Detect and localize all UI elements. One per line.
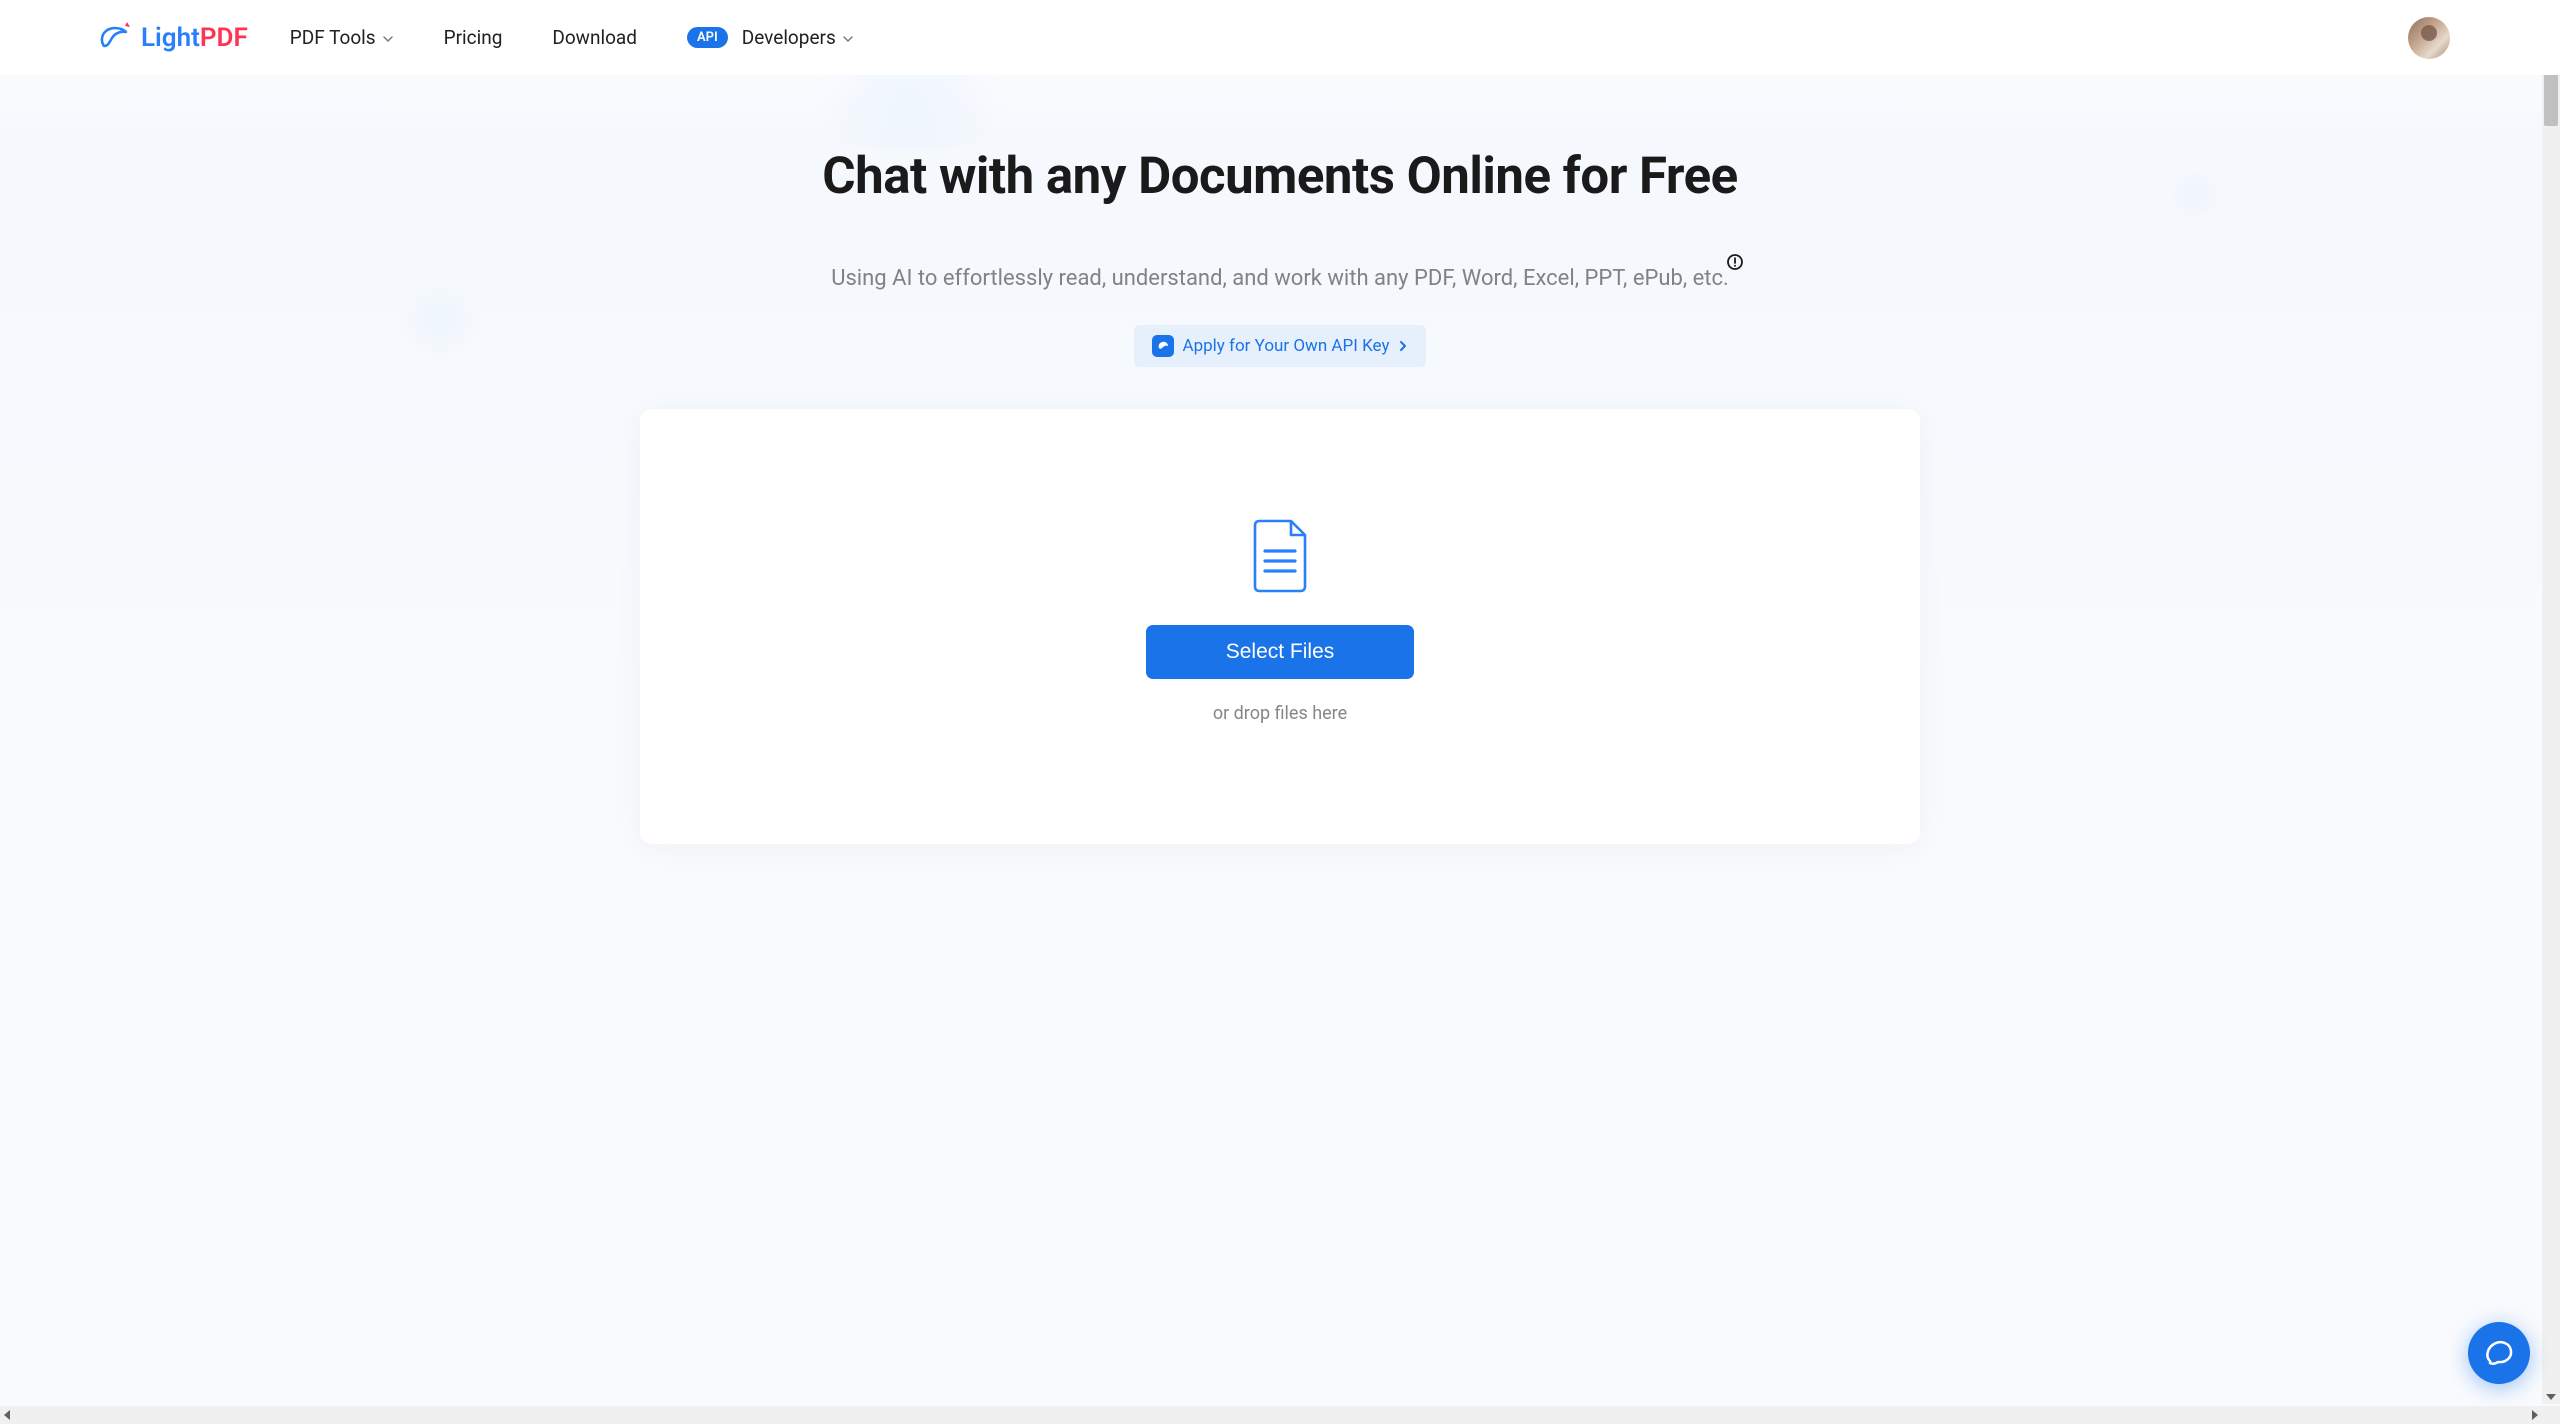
chat-icon	[2482, 1336, 2516, 1370]
select-files-button[interactable]: Select Files	[1146, 625, 1414, 679]
logo-link[interactable]: LightPDF	[95, 20, 248, 56]
chat-fab[interactable]	[2468, 1322, 2530, 1384]
main-nav: PDF Tools Pricing Download API Developer…	[290, 26, 854, 49]
nav-developers[interactable]: API Developers	[687, 26, 854, 49]
nav-download[interactable]: Download	[552, 26, 637, 49]
api-key-link[interactable]: Apply for Your Own API Key	[1134, 325, 1425, 367]
upload-card[interactable]: Select Files or drop files here	[640, 409, 1920, 844]
scrollbar-horizontal[interactable]	[0, 1406, 2542, 1424]
nav-pricing[interactable]: Pricing	[444, 26, 503, 49]
nav-label: Download	[552, 26, 637, 49]
hero-section: Chat with any Documents Online for Free …	[0, 75, 2560, 367]
api-link-label: Apply for Your Own API Key	[1182, 336, 1389, 356]
nav-label: Developers	[742, 26, 836, 49]
info-icon[interactable]	[1727, 254, 1743, 274]
scroll-right-icon	[2532, 1410, 2538, 1420]
nav-label: Pricing	[444, 26, 503, 49]
api-badge: API	[687, 27, 728, 48]
logo-text: LightPDF	[141, 23, 248, 53]
page-subtitle: Using AI to effortlessly read, understan…	[831, 266, 1729, 291]
avatar[interactable]	[2408, 17, 2450, 59]
scroll-corner	[2542, 1406, 2560, 1424]
document-icon	[1251, 519, 1309, 597]
chevron-down-icon	[842, 33, 854, 45]
chevron-down-icon	[382, 33, 394, 45]
page-title: Chat with any Documents Online for Free	[0, 147, 2560, 206]
nav-label: PDF Tools	[290, 26, 376, 49]
chevron-right-icon	[1398, 340, 1408, 352]
header: LightPDF PDF Tools Pricing Download API …	[0, 0, 2560, 75]
scroll-down-icon	[2546, 1394, 2556, 1400]
logo-icon	[95, 20, 135, 56]
scrollbar-vertical[interactable]	[2542, 0, 2560, 1404]
nav-pdf-tools[interactable]: PDF Tools	[290, 26, 394, 49]
api-link-icon	[1152, 335, 1174, 357]
drop-hint: or drop files here	[1213, 703, 1347, 724]
scroll-left-icon	[4, 1410, 10, 1420]
